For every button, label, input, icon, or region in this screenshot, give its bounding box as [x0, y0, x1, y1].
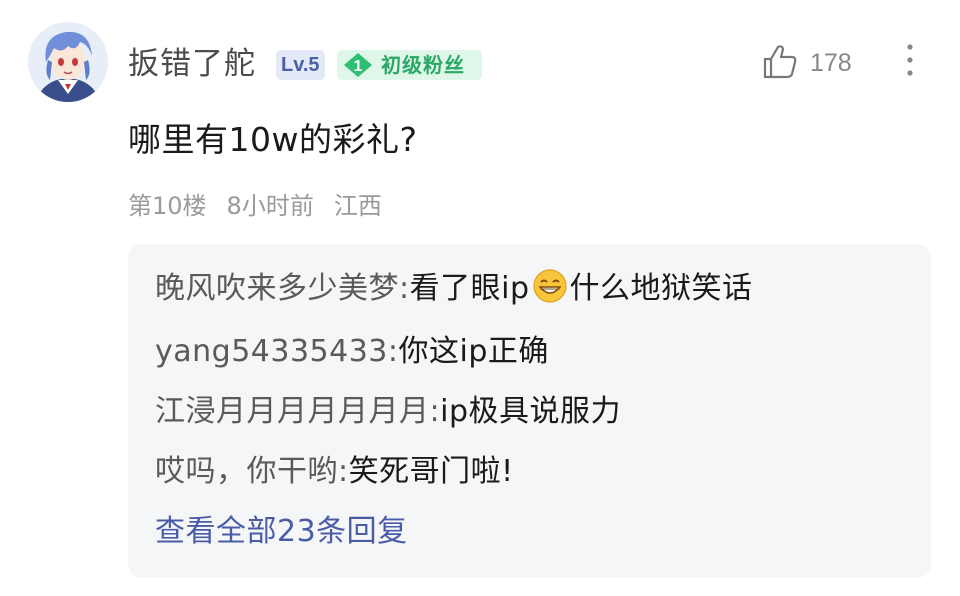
fan-badge: 1 初级粉丝 — [337, 50, 482, 80]
reply-text: ip极具说服力 — [440, 394, 621, 429]
gem-icon: 1 — [344, 53, 372, 77]
replies-panel: 晚风吹来多少美梦:看了眼ip 什么地狱笑话 yang54335433:你这ip正… — [128, 244, 931, 578]
more-options-button[interactable] — [898, 40, 922, 80]
reply-item[interactable]: 晚风吹来多少美梦:看了眼ip 什么地狱笑话 — [155, 268, 753, 309]
comment-meta: 第10楼 8小时前 江西 — [128, 190, 402, 222]
grinning-face-emoji-icon — [532, 269, 567, 303]
reply-item[interactable]: 哎吗，你干哟:笑死哥门啦! — [155, 452, 514, 492]
reply-text: 看了眼ip — [409, 271, 530, 306]
reply-item[interactable]: 江浸月月月月月月月:ip极具说服力 — [155, 392, 621, 432]
view-all-replies-link[interactable]: 查看全部23条回复 — [155, 512, 408, 552]
thumbs-up-icon — [763, 45, 797, 79]
level-badge: Lv.5 — [276, 50, 325, 80]
fan-badge-label: 初级粉丝 — [381, 53, 465, 77]
like-count: 178 — [810, 49, 852, 77]
reply-item[interactable]: yang54335433:你这ip正确 — [155, 332, 549, 372]
username[interactable]: 扳错了舵 — [128, 44, 256, 84]
reply-text-continued: 什么地狱笑话 — [569, 271, 753, 306]
reply-author[interactable]: 哎吗，你干哟 — [155, 454, 338, 489]
reply-text: 你这ip正确 — [398, 334, 549, 369]
reply-author[interactable]: 江浸月月月月月月月 — [155, 394, 430, 429]
reply-author[interactable]: 晚风吹来多少美梦 — [155, 271, 399, 306]
more-vertical-icon — [907, 44, 913, 76]
fan-level: 1 — [354, 58, 363, 75]
comment-text: 哪里有10w的彩礼? — [128, 120, 418, 159]
floor-number: 第10楼 — [128, 192, 207, 220]
like-button[interactable]: 178 — [760, 42, 860, 82]
reply-text: 笑死哥门啦! — [348, 454, 514, 489]
avatar-image — [28, 22, 108, 102]
reply-author[interactable]: yang54335433 — [155, 334, 388, 369]
ip-location: 江西 — [333, 192, 382, 220]
avatar[interactable] — [28, 22, 108, 102]
post-time: 8小时前 — [226, 192, 314, 220]
